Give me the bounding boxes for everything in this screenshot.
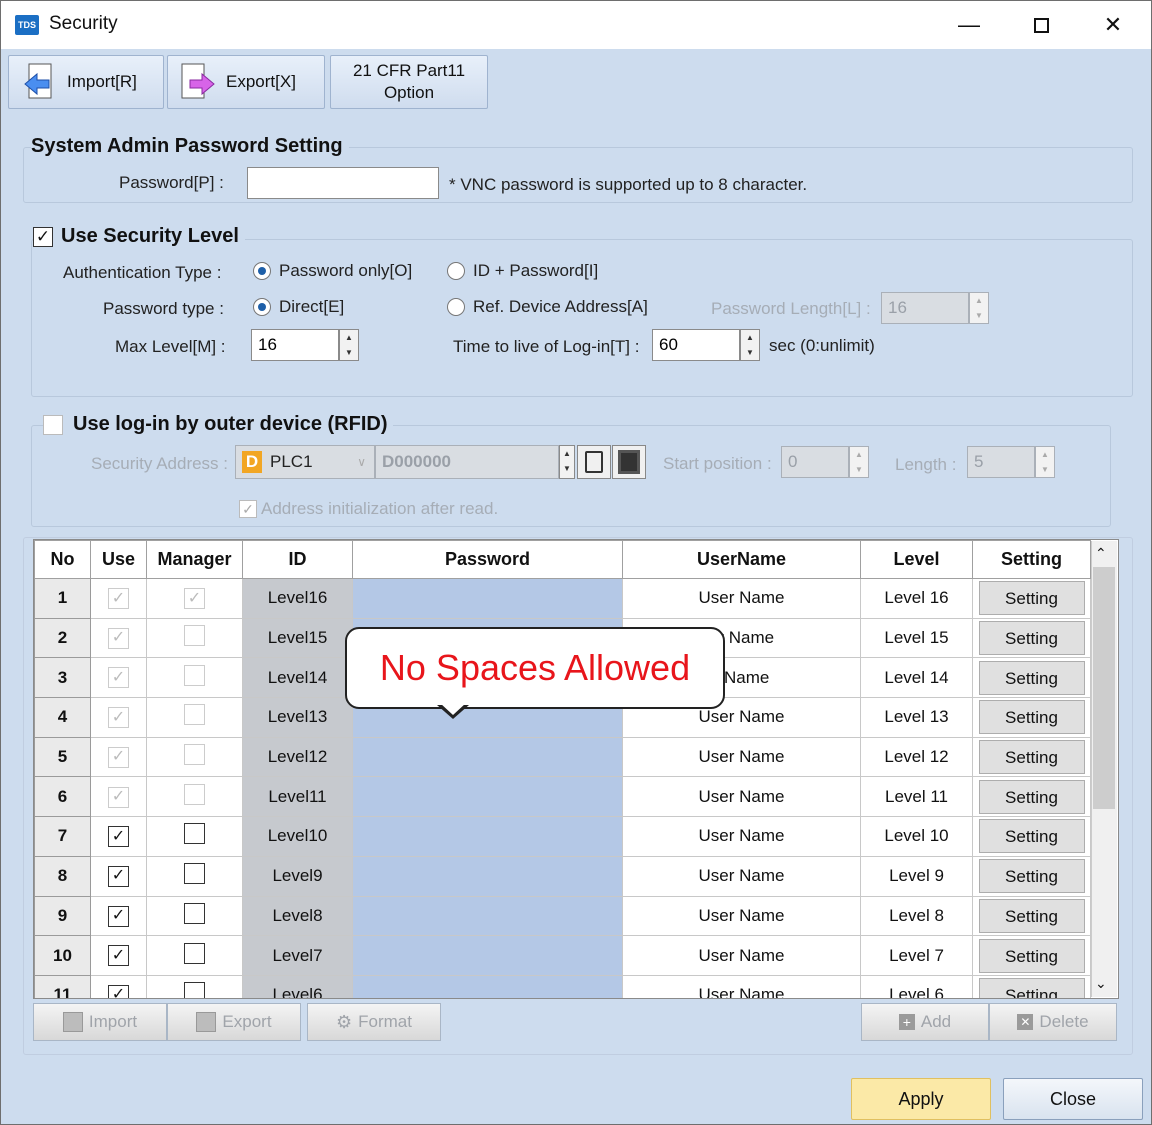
window-title: Security	[49, 13, 118, 34]
start-position-label: Start position :	[663, 454, 772, 473]
chevron-down-icon: ∨	[357, 455, 366, 469]
cfr-label-line2: Option	[383, 83, 435, 102]
admin-password-input[interactable]	[247, 167, 439, 199]
ttl-spinner[interactable]: ▲ ▼	[740, 329, 760, 361]
password-length-input[interactable]	[881, 292, 969, 324]
close-icon: ✕	[1103, 12, 1123, 37]
password-type-label: Password type :	[103, 299, 224, 318]
pwtype-opt2-label: Ref. Device Address[A]	[473, 297, 648, 316]
keypad-icon	[618, 450, 640, 474]
device-value: PLC1	[270, 452, 313, 471]
minimize-button[interactable]: —	[933, 1, 1005, 49]
device-icon: D	[242, 451, 262, 473]
max-level-spinner[interactable]: ▲ ▼	[339, 329, 359, 361]
auth-id-password-radio[interactable]: ID + Password[I]	[447, 261, 598, 281]
password-length-label: Password Length[L] :	[711, 299, 871, 318]
close-button[interactable]: Close	[1003, 1078, 1143, 1120]
maximize-button[interactable]	[1005, 1, 1077, 49]
title-bar: TDS Security — ✕	[1, 1, 1151, 49]
radio-empty-icon	[447, 262, 465, 280]
cfr-option-button[interactable]: 21 CFR Part11 Option	[330, 55, 488, 109]
app-icon: TDS	[15, 15, 39, 35]
device-select[interactable]: D PLC1 ∨	[235, 445, 375, 479]
length-spinner[interactable]: ▲ ▼	[1035, 446, 1055, 478]
radio-empty-icon	[447, 298, 465, 316]
export-label: Export[X]	[226, 72, 296, 91]
address-spinner[interactable]: ▲ ▼	[559, 445, 575, 479]
close-window-button[interactable]: ✕	[1077, 1, 1149, 49]
keypad-button[interactable]	[612, 445, 646, 479]
cfr-label-line1: 21 CFR Part11	[352, 61, 466, 80]
use-security-checkbox[interactable]: ✓	[33, 226, 53, 247]
auth-password-only-radio[interactable]: Password only[O]	[253, 261, 412, 281]
radio-selected-icon	[253, 298, 271, 316]
max-level-input[interactable]	[251, 329, 339, 361]
table-group-border	[23, 537, 1133, 1055]
start-position-input[interactable]	[781, 446, 849, 478]
auth-opt2-label: ID + Password[I]	[473, 261, 599, 280]
rfid-checkbox[interactable]	[43, 414, 63, 435]
export-icon	[180, 62, 216, 102]
max-level-label: Max Level[M] :	[115, 337, 226, 356]
vnc-note: * VNC password is supported up to 8 char…	[449, 175, 808, 194]
address-init-checkbox[interactable]: ✓	[239, 500, 257, 518]
admin-password-label: Password[P] :	[119, 173, 224, 192]
start-position-spinner[interactable]: ▲ ▼	[849, 446, 869, 478]
address-init-toggle[interactable]: ✓ Address initialization after read.	[239, 499, 498, 519]
rfid-title: Use log-in by outer device (RFID)	[73, 413, 388, 435]
minimize-icon: —	[958, 12, 980, 37]
pwtype-direct-radio[interactable]: Direct[E]	[253, 297, 344, 317]
ttl-unit: sec (0:unlimit)	[769, 336, 875, 355]
device-address-input[interactable]	[375, 445, 559, 479]
ttl-input[interactable]	[652, 329, 740, 361]
radio-selected-icon	[253, 262, 271, 280]
password-length-spinner[interactable]: ▲ ▼	[969, 292, 989, 324]
length-input[interactable]	[967, 446, 1035, 478]
use-security-label: Use Security Level	[61, 225, 239, 247]
address-browse-button[interactable]	[577, 445, 611, 479]
address-book-icon	[585, 451, 603, 473]
auth-opt1-label: Password only[O]	[279, 261, 413, 280]
import-label: Import[R]	[67, 72, 137, 91]
address-init-label: Address initialization after read.	[261, 499, 499, 518]
maximize-icon	[1033, 17, 1049, 33]
import-icon	[23, 62, 57, 102]
apply-button[interactable]: Apply	[851, 1078, 991, 1120]
rfid-toggle[interactable]: Use log-in by outer device (RFID)	[43, 413, 394, 436]
auth-type-label: Authentication Type :	[63, 263, 222, 282]
admin-section-title: System Admin Password Setting	[31, 135, 349, 158]
import-button[interactable]: Import[R]	[8, 55, 164, 109]
export-button[interactable]: Export[X]	[167, 55, 325, 109]
security-address-label: Security Address :	[91, 454, 229, 473]
pwtype-opt1-label: Direct[E]	[279, 297, 345, 316]
use-security-toggle[interactable]: ✓ Use Security Level	[33, 225, 245, 248]
pwtype-ref-device-radio[interactable]: Ref. Device Address[A]	[447, 297, 648, 317]
security-dialog: TDS Security — ✕ Import[R] Export[X] 21 …	[0, 0, 1152, 1125]
ttl-label: Time to live of Log-in[T] :	[453, 337, 640, 356]
length-label: Length :	[895, 455, 957, 474]
